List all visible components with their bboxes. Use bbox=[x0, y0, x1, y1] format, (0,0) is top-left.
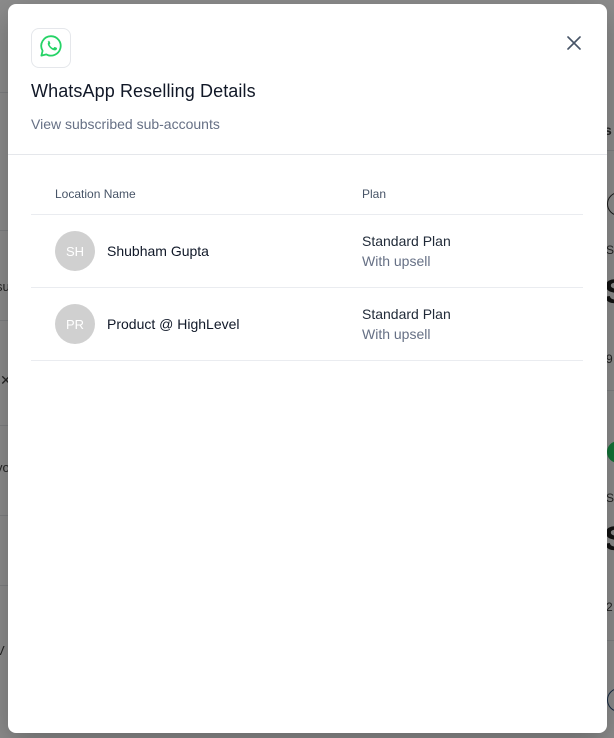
modal-title: WhatsApp Reselling Details bbox=[31, 81, 256, 101]
location-name: Shubham Gupta bbox=[107, 243, 209, 259]
plan-cell: Standard Plan With upsell bbox=[362, 304, 583, 344]
plan-cell: Standard Plan With upsell bbox=[362, 231, 583, 271]
plan-name: Standard Plan bbox=[362, 306, 451, 322]
location-name: Product @ HighLevel bbox=[107, 316, 240, 332]
column-header-plan: Plan bbox=[362, 187, 387, 201]
location-cell: PR Product @ HighLevel bbox=[31, 304, 362, 344]
table-row: SH Shubham Gupta Standard Plan With upse… bbox=[31, 215, 583, 288]
avatar: PR bbox=[55, 304, 95, 344]
close-button[interactable] bbox=[563, 34, 585, 56]
close-icon[interactable] bbox=[567, 35, 581, 55]
plan-detail: With upsell bbox=[362, 326, 431, 342]
whatsapp-icon bbox=[39, 34, 63, 63]
modal-subtitle: View subscribed sub-accounts bbox=[31, 116, 220, 132]
modal-header: WhatsApp Reselling Details View subscrib… bbox=[8, 4, 607, 155]
location-cell: SH Shubham Gupta bbox=[31, 231, 362, 271]
app-icon-container bbox=[31, 28, 71, 68]
column-header-location-name: Location Name bbox=[55, 187, 136, 201]
sub-accounts-table: Location Name Plan SH Shubham Gupta Stan… bbox=[31, 174, 583, 361]
whatsapp-reselling-modal: WhatsApp Reselling Details View subscrib… bbox=[8, 4, 607, 733]
table-row: PR Product @ HighLevel Standard Plan Wit… bbox=[31, 288, 583, 361]
plan-detail: With upsell bbox=[362, 253, 431, 269]
plan-name: Standard Plan bbox=[362, 233, 451, 249]
table-header: Location Name Plan bbox=[31, 174, 583, 215]
avatar: SH bbox=[55, 231, 95, 271]
